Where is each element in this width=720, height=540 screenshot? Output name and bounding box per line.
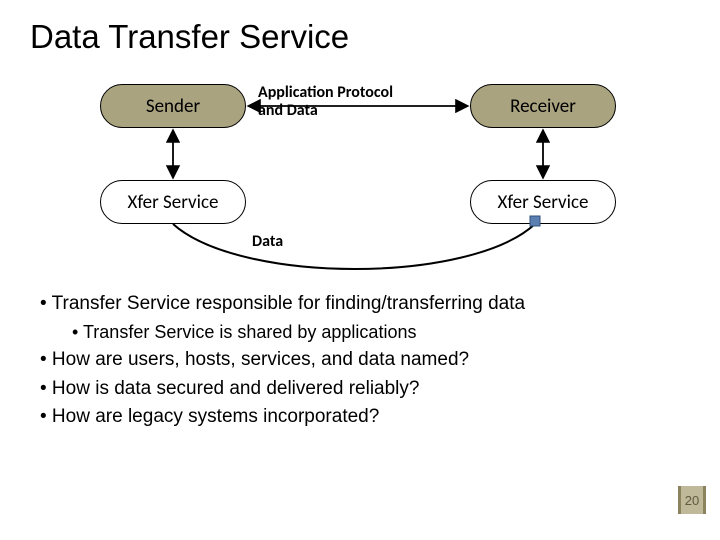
- bullet-3: • How are users, hosts, services, and da…: [40, 348, 690, 373]
- bullet-2: • Transfer Service is shared by applicat…: [72, 321, 690, 344]
- node-sender: Sender: [100, 84, 246, 128]
- diagram: Sender Receiver Xfer Service Xfer Servic…: [40, 84, 680, 274]
- bullet-4: • How is data secured and delivered reli…: [40, 377, 690, 402]
- label-application-protocol: Application Protocol and Data: [258, 84, 393, 121]
- bullet-1: • Transfer Service responsible for findi…: [40, 292, 690, 317]
- node-xfer-left: Xfer Service: [100, 180, 246, 224]
- node-receiver: Receiver: [470, 84, 616, 128]
- label-app-line2: and Data: [258, 101, 318, 120]
- page-number: 20: [678, 486, 706, 514]
- bullet-5: • How are legacy systems incorporated?: [40, 405, 690, 430]
- slide: Data Transfer Service Sender Receiver Xf…: [0, 0, 720, 540]
- bullet-list: • Transfer Service responsible for findi…: [30, 292, 690, 430]
- label-app-line1: Application Protocol: [258, 83, 393, 102]
- label-data: Data: [252, 232, 283, 251]
- node-xfer-right: Xfer Service: [470, 180, 616, 224]
- slide-title: Data Transfer Service: [30, 18, 690, 56]
